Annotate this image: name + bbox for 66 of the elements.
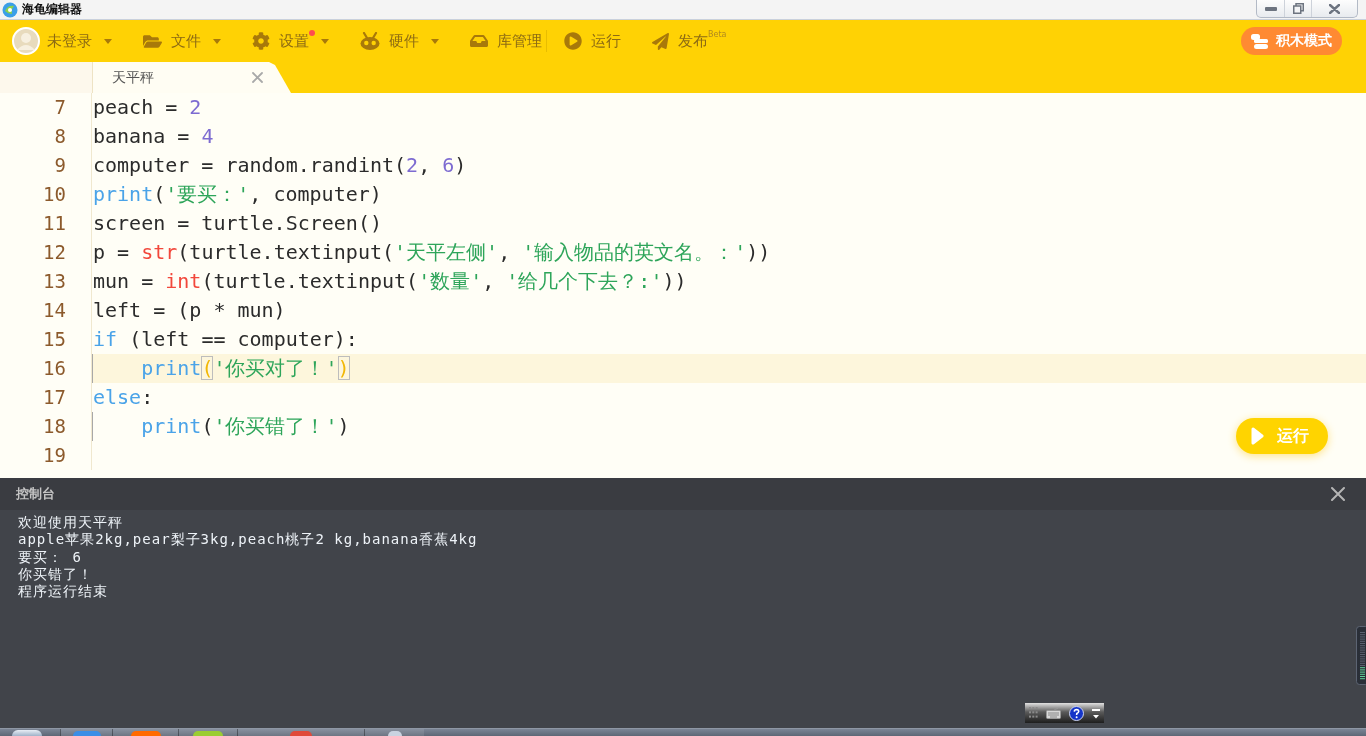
block-mode-button[interactable]: 积木模式 (1241, 27, 1342, 55)
console-output-line: 欢迎使用天平秤 (18, 514, 123, 532)
caret-icon[interactable] (1092, 707, 1100, 719)
file-menu-button[interactable]: 文件 (143, 26, 221, 56)
line-number: 14 (43, 299, 66, 321)
code-line: banana = 4 (92, 123, 214, 150)
code-line: mun = int(turtle.textinput('数量', '给几个下去？:')) (92, 268, 687, 295)
code-line: print('你买对了！') (140, 355, 350, 382)
code-line: print('要买：', computer) (92, 181, 382, 208)
line-number: 12 (43, 241, 66, 263)
code-line: screen = turtle.Screen() (92, 210, 382, 237)
code-line: p = str(turtle.textinput('天平左侧', '输入物品的英文名。：')) (92, 239, 771, 266)
line-number: 8 (54, 125, 66, 147)
window-title: 海龟编辑器 (22, 1, 82, 18)
app-icon (193, 731, 223, 736)
close-icon (1329, 3, 1340, 14)
line-number: 9 (54, 154, 66, 176)
code-line: left = (p * mun) (92, 297, 286, 324)
line-number: 10 (43, 183, 66, 205)
line-number: 16 (43, 357, 66, 379)
play-icon (564, 32, 582, 50)
line-number: 18 (43, 415, 66, 437)
console-output-line: 要买： 6 (18, 548, 82, 566)
app-icon (72, 731, 101, 736)
code-line: else: (92, 384, 154, 411)
robot-icon (360, 32, 380, 50)
line-number: 7 (54, 96, 66, 118)
help-icon[interactable] (1069, 705, 1084, 721)
account-menu-button[interactable]: 未登录 (12, 26, 112, 56)
restore-icon (1292, 3, 1304, 14)
console-output-line: 程序运行结束 (18, 583, 108, 601)
app-icon (387, 731, 402, 736)
line-number: 15 (43, 328, 66, 350)
publish-button[interactable]: 发布$^{Beta}$ (652, 26, 727, 56)
keyboard-icon[interactable] (1046, 707, 1061, 719)
minimize-icon (1264, 6, 1277, 11)
console-output-line: apple苹果2kg,pear梨子3kg,peach桃子2 kg,banana香蕉4kg (18, 531, 478, 549)
taskbar-button[interactable] (178, 729, 237, 736)
start-button[interactable] (12, 730, 42, 736)
taskbar-button[interactable] (364, 729, 424, 736)
grid-icon[interactable] (1029, 707, 1038, 719)
editor-tab[interactable]: 天平秤 (93, 62, 291, 93)
close-icon[interactable] (1331, 487, 1345, 501)
code-line: peach = 2 (92, 94, 202, 121)
code-line: computer = random.randint(2, 6) (92, 152, 467, 179)
console-output-line: 你买错了！ (18, 565, 93, 584)
app-icon (290, 731, 312, 736)
console-title: 控制台 (16, 485, 55, 503)
line-number: 11 (43, 212, 66, 234)
hardware-menu-button[interactable]: 硬件 (360, 26, 439, 56)
blocks-icon (1251, 33, 1268, 49)
gear-icon (252, 32, 270, 50)
inbox-icon (470, 32, 488, 50)
avatar-icon (12, 27, 40, 55)
line-number: 13 (43, 270, 66, 292)
line-number: 17 (43, 386, 66, 408)
side-handle[interactable] (1356, 626, 1366, 685)
code-line: if (left == computer): (92, 326, 358, 353)
code-line: print('你买错了！') (140, 413, 350, 440)
paper-plane-icon (652, 32, 669, 50)
app-icon (130, 731, 161, 736)
run-button[interactable]: 运行 (564, 26, 621, 56)
line-number: 19 (43, 444, 66, 466)
library-button[interactable]: 库管理 (470, 26, 542, 56)
settings-menu-button[interactable]: 设置 (252, 26, 329, 56)
play-icon (1251, 427, 1264, 445)
